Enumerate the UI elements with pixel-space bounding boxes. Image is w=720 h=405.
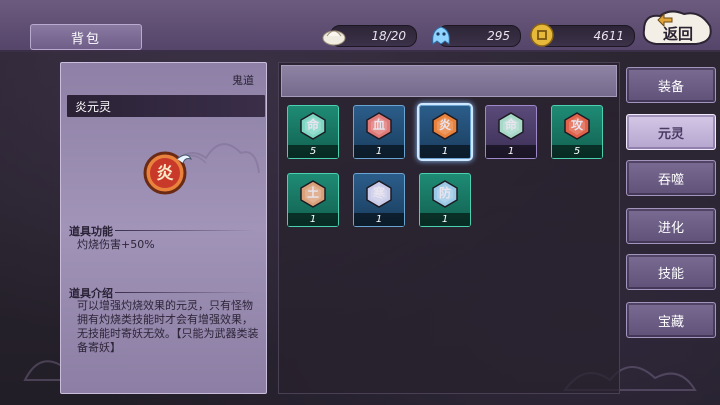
function-title: 道具功能	[69, 225, 113, 238]
back-button[interactable]: 返回	[640, 8, 714, 48]
side-tab-label: 装备	[657, 79, 684, 95]
side-tab[interactable]: 宝藏	[626, 302, 716, 338]
bun-value: 18/20	[371, 29, 406, 43]
inventory-header	[281, 65, 617, 97]
spirit-value: 295	[487, 29, 510, 43]
inventory-slot[interactable]: 血1	[353, 105, 405, 159]
gold-value: 4611	[593, 29, 624, 43]
bun-icon	[322, 30, 346, 46]
side-tab-label: 吞噬	[657, 172, 684, 188]
inventory-slot[interactable]: 寒1	[353, 173, 405, 227]
item-name: 炎元灵	[67, 95, 265, 117]
top-bar: 背包 18/20 295 4611 返回	[0, 0, 720, 52]
side-tab[interactable]: 进化	[626, 208, 716, 244]
inventory-slot[interactable]: 命5	[287, 105, 339, 159]
side-tab-label: 技能	[657, 266, 684, 282]
side-tab-label: 宝藏	[657, 314, 684, 330]
inventory-panel: 命5血1炎1命1攻5土1寒1防1	[278, 62, 620, 394]
slot-count: 1	[375, 214, 383, 225]
slot-glyph: 攻	[570, 118, 583, 132]
flame-spirit-icon: 炎	[143, 151, 192, 195]
inventory-slot[interactable]: 炎1	[419, 105, 471, 159]
side-tab-label: 进化	[657, 220, 684, 236]
slot-glyph: 防	[438, 186, 451, 200]
spirit-resource: 295	[432, 25, 521, 47]
slot-glyph: 土	[306, 186, 319, 200]
flame-glyph: 炎	[157, 164, 174, 184]
inventory-slot[interactable]: 攻5	[551, 105, 603, 159]
side-tab-label: 元灵	[657, 126, 684, 142]
item-detail-panel: 鬼道 炎元灵 炎 道具功能 灼烧伤害+50% 道具介绍 可以增强灼烧效果的元灵，…	[60, 62, 267, 394]
slot-count: 1	[441, 146, 449, 157]
slot-count: 1	[309, 214, 317, 225]
slot-glyph: 血	[372, 118, 385, 132]
side-tab[interactable]: 技能	[626, 254, 716, 290]
slot-count: 1	[375, 146, 383, 157]
side-tab[interactable]: 吞噬	[626, 160, 716, 196]
slot-glyph: 命	[306, 118, 319, 132]
slot-count: 5	[573, 146, 581, 157]
divider	[115, 292, 255, 293]
inventory-slot[interactable]: 命1	[485, 105, 537, 159]
page-title: 背包	[30, 24, 142, 50]
slot-count: 1	[441, 214, 449, 225]
side-tab[interactable]: 元灵	[626, 114, 716, 150]
slot-glyph: 寒	[372, 186, 385, 200]
side-tab[interactable]: 装备	[626, 67, 716, 103]
gold-coin-icon	[530, 23, 554, 47]
bun-resource: 18/20	[322, 25, 417, 47]
divider	[115, 230, 255, 231]
slot-count: 1	[507, 146, 515, 157]
inventory-slot[interactable]: 土1	[287, 173, 339, 227]
gold-resource: 4611	[530, 23, 635, 47]
slot-glyph: 命	[504, 118, 517, 132]
slot-count: 5	[309, 146, 317, 157]
item-category: 鬼道	[232, 74, 254, 87]
inventory-slot[interactable]: 防1	[419, 173, 471, 227]
intro-text: 可以增强灼烧效果的元灵，只有怪物拥有灼烧类技能时才会有增强效果，无技能时寄妖无效…	[77, 299, 259, 354]
ghost-spirit-icon	[432, 26, 450, 45]
function-text: 灼烧伤害+50%	[77, 238, 155, 251]
slot-glyph: 炎	[438, 118, 451, 132]
back-label: 返回	[663, 25, 693, 43]
